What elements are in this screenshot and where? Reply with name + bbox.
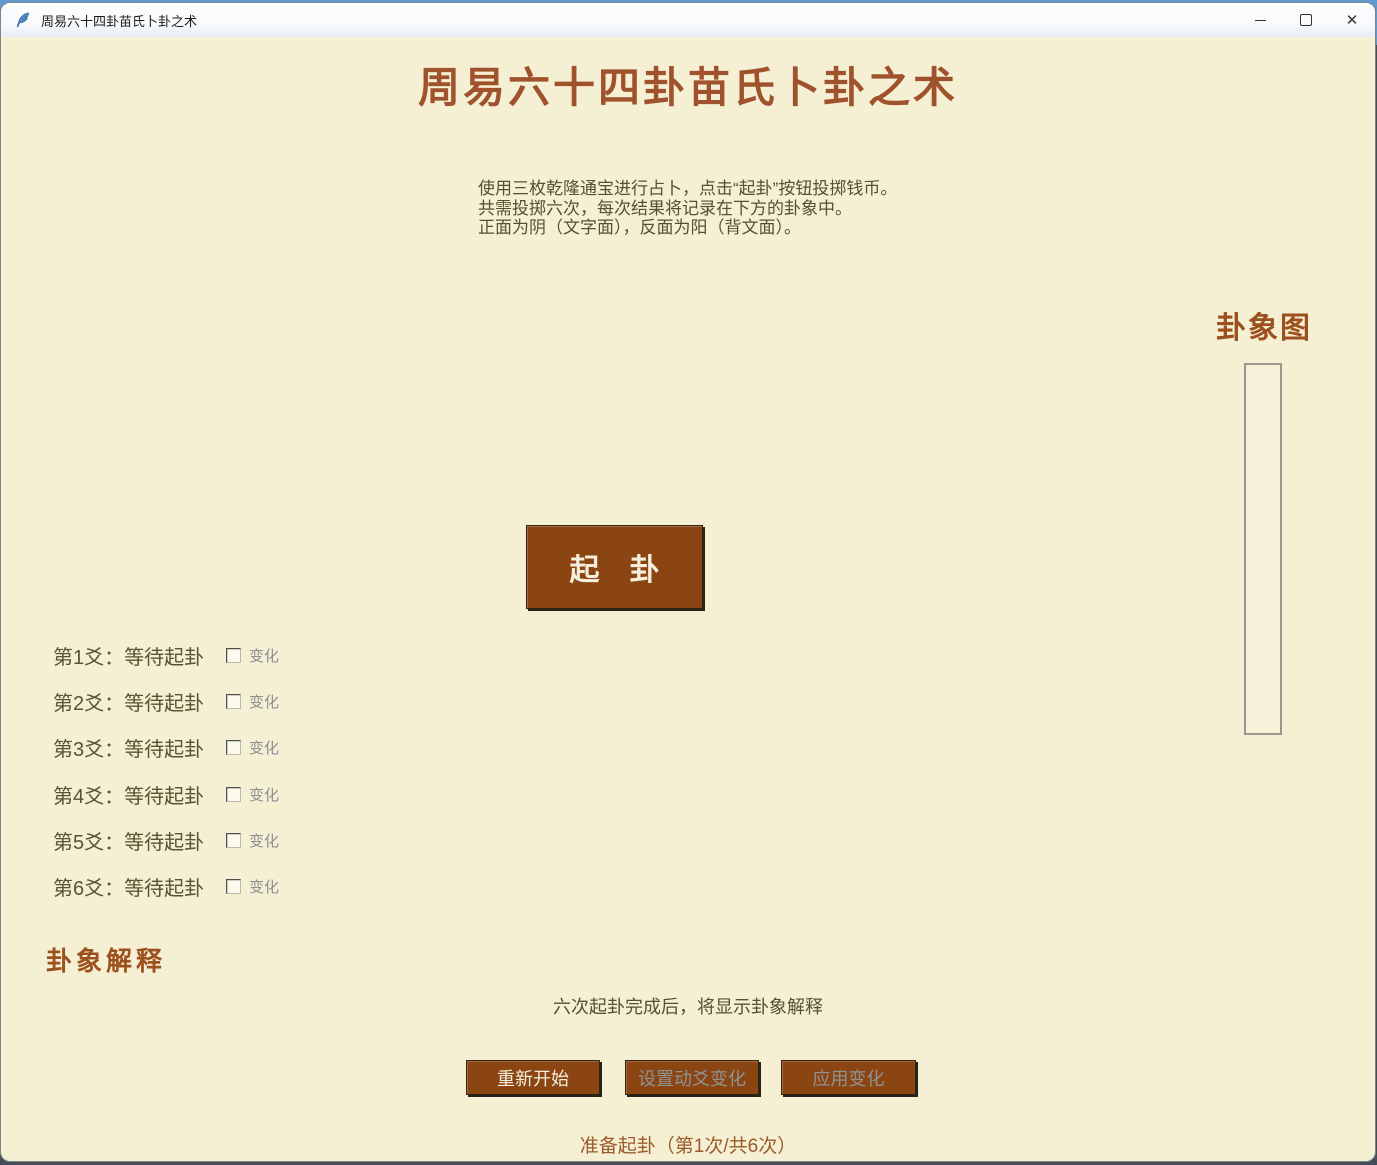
close-button[interactable]: ✕ (1329, 3, 1375, 37)
line-row: 第2爻：等待起卦 变化 (53, 689, 279, 713)
instructions-text: 使用三枚乾隆通宝进行占卜，点击“起卦”按钮投掷钱币。 共需投掷六次，每次结果将记… (478, 179, 897, 238)
line-row: 第3爻：等待起卦 变化 (53, 735, 279, 759)
instruction-line: 共需投掷六次，每次结果将记录在下方的卦象中。 (478, 199, 897, 219)
interpretation-title: 卦象解释 (46, 941, 166, 978)
change-checkbox-label: 变化 (249, 784, 279, 805)
line-row: 第1爻：等待起卦 变化 (53, 643, 279, 667)
instruction-line: 使用三枚乾隆通宝进行占卜，点击“起卦”按钮投掷钱币。 (478, 179, 897, 199)
maximize-button[interactable] (1283, 3, 1329, 37)
change-checkbox-label: 变化 (249, 645, 279, 666)
change-checkbox-label: 变化 (249, 737, 279, 758)
change-checkbox[interactable] (226, 740, 241, 755)
line-row: 第5爻：等待起卦 变化 (53, 828, 279, 852)
change-checkbox-label: 变化 (249, 691, 279, 712)
change-checkbox[interactable] (226, 833, 241, 848)
app-window: 周易六十四卦苗氏卜卦之术 ✕ 周易六十四卦苗氏卜卦之术 使用三枚乾隆通宝进行占卜… (1, 3, 1375, 1161)
line-label: 第6爻：等待起卦 (53, 872, 226, 901)
line-label: 第5爻：等待起卦 (53, 826, 226, 855)
change-checkbox-label: 变化 (249, 876, 279, 897)
line-row: 第4爻：等待起卦 变化 (53, 782, 279, 806)
line-label: 第4爻：等待起卦 (53, 780, 226, 809)
change-checkbox-label: 变化 (249, 830, 279, 851)
line-label: 第2爻：等待起卦 (53, 687, 226, 716)
minimize-button[interactable] (1237, 3, 1283, 37)
change-checkbox[interactable] (226, 648, 241, 663)
tk-feather-icon (14, 11, 32, 29)
apply-changes-button[interactable]: 应用变化 (781, 1060, 916, 1095)
cast-hexagram-button[interactable]: 起 卦 (526, 525, 703, 609)
change-checkbox[interactable] (226, 694, 241, 709)
line-row: 第6爻：等待起卦 变化 (53, 874, 279, 898)
titlebar: 周易六十四卦苗氏卜卦之术 ✕ (1, 3, 1375, 37)
restart-button[interactable]: 重新开始 (466, 1060, 600, 1095)
status-text: 准备起卦（第1次/共6次） (1, 1131, 1375, 1158)
close-icon: ✕ (1346, 11, 1359, 29)
set-moving-lines-button[interactable]: 设置动爻变化 (625, 1060, 759, 1095)
line-label: 第1爻：等待起卦 (53, 641, 226, 670)
minimize-icon (1255, 20, 1266, 21)
interpretation-placeholder: 六次起卦完成后，将显示卦象解释 (1, 993, 1375, 1019)
window-title: 周易六十四卦苗氏卜卦之术 (41, 11, 197, 30)
change-checkbox[interactable] (226, 879, 241, 894)
window-controls: ✕ (1237, 3, 1375, 37)
maximize-icon (1300, 14, 1312, 26)
line-label: 第3爻：等待起卦 (53, 733, 226, 762)
change-checkbox[interactable] (226, 787, 241, 802)
hexagram-panel-title: 卦象图 (1216, 303, 1312, 347)
instruction-line: 正面为阴（文字面），反面为阳（背文面）。 (478, 218, 897, 238)
page-title: 周易六十四卦苗氏卜卦之术 (1, 63, 1375, 115)
hexagram-canvas (1244, 363, 1282, 735)
